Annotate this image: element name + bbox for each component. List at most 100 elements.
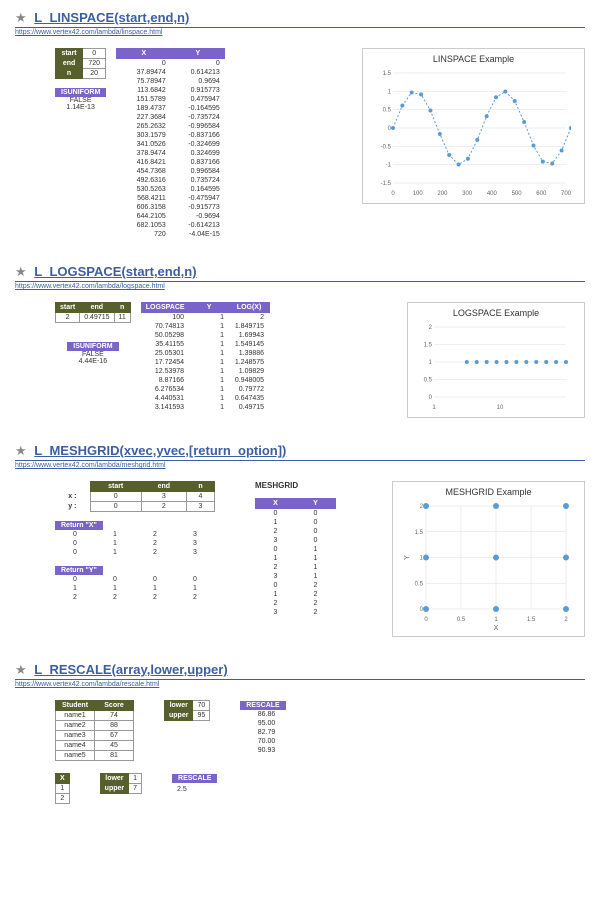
svg-text:1: 1 xyxy=(420,556,424,562)
rescale-bounds2: lower1 upper7 xyxy=(100,773,142,794)
col-header: X xyxy=(56,774,70,784)
logspace-section: ★ L_LOGSPACE(start,end,n) https://www.ve… xyxy=(15,264,585,418)
param-value: 0.49715 xyxy=(80,313,114,323)
param-value: 720 xyxy=(83,59,106,69)
rescale-output2: 2.5 xyxy=(172,783,192,794)
chart-title: MESHGRID Example xyxy=(401,487,576,497)
bullet-icon: ★ xyxy=(15,662,27,677)
svg-text:-1.5: -1.5 xyxy=(381,181,392,187)
svg-text:600: 600 xyxy=(536,191,547,197)
meshgrid-title: ★ L_MESHGRID(xvec,yvec,[return_option]) xyxy=(15,443,585,461)
isuniform-val1: FALSE xyxy=(55,97,106,104)
linspace-xy-table: XY 0037.894740.61421375.789470.9694113.6… xyxy=(116,48,225,239)
param-label: n xyxy=(114,303,130,313)
logspace-chart: LOGSPACE Example 00.511.52110 xyxy=(407,302,585,418)
param-label: upper xyxy=(100,784,128,794)
param-value: 2 xyxy=(56,313,80,323)
svg-text:-0.5: -0.5 xyxy=(381,144,392,150)
param-label: start xyxy=(90,482,141,492)
col-header: Score xyxy=(95,701,134,711)
svg-text:0: 0 xyxy=(388,126,392,132)
rescale-label: RESCALE xyxy=(240,701,285,710)
svg-text:1.5: 1.5 xyxy=(415,530,424,536)
return-x-label: Return "X" xyxy=(55,521,103,530)
linspace-heading[interactable]: L_LINSPACE(start,end,n) xyxy=(34,10,189,25)
svg-text:0: 0 xyxy=(391,191,395,197)
svg-text:100: 100 xyxy=(413,191,424,197)
svg-text:0: 0 xyxy=(424,617,428,623)
param-value: 70 xyxy=(193,701,210,711)
rescale-bounds: lower70 upper95 xyxy=(164,700,210,721)
isuniform-label: ISUNIFORM xyxy=(55,88,106,97)
bullet-icon: ★ xyxy=(15,264,27,279)
rescale-title: ★ L_RESCALE(array,lower,upper) xyxy=(15,662,585,680)
svg-text:2: 2 xyxy=(420,504,424,510)
logspace-url[interactable]: https://www.vertex42.com/lambda/logspace… xyxy=(15,283,585,290)
linspace-title: ★ L_LINSPACE(start,end,n) xyxy=(15,10,585,28)
param-label: n xyxy=(186,482,214,492)
param-label: end xyxy=(141,482,186,492)
isuniform-label: ISUNIFORM xyxy=(67,342,118,351)
svg-text:0.5: 0.5 xyxy=(415,581,424,587)
return-x-table: 012301230123 xyxy=(55,530,215,557)
svg-text:0: 0 xyxy=(420,607,424,613)
svg-text:0: 0 xyxy=(429,395,433,401)
svg-text:0.5: 0.5 xyxy=(457,617,466,623)
param-value: 20 xyxy=(83,69,106,79)
param-label: n xyxy=(56,69,83,79)
param-value: 0 xyxy=(83,49,106,59)
chart-title: LOGSPACE Example xyxy=(416,308,576,318)
bullet-icon: ★ xyxy=(15,443,27,458)
param-value: 11 xyxy=(114,313,130,323)
svg-text:0.5: 0.5 xyxy=(424,378,433,384)
svg-text:400: 400 xyxy=(487,191,498,197)
svg-text:700: 700 xyxy=(561,191,571,197)
rescale-url[interactable]: https://www.vertex42.com/lambda/rescale.… xyxy=(15,681,585,688)
svg-text:1: 1 xyxy=(494,617,498,623)
svg-text:-1: -1 xyxy=(386,163,392,169)
logspace-heading[interactable]: L_LOGSPACE(start,end,n) xyxy=(34,264,196,279)
svg-text:X: X xyxy=(494,625,499,631)
svg-text:1: 1 xyxy=(429,360,433,366)
param-label: start xyxy=(56,303,80,313)
param-label: lower xyxy=(165,701,193,711)
param-value: 7 xyxy=(129,784,142,794)
meshgrid-params: startendn x :034 y :023 xyxy=(55,481,215,512)
linspace-url[interactable]: https://www.vertex42.com/lambda/linspace… xyxy=(15,29,585,36)
svg-text:10: 10 xyxy=(497,405,504,411)
param-label: upper xyxy=(165,711,193,721)
isuniform-val1: FALSE xyxy=(55,351,131,358)
rescale-input-table: StudentScore name174name288name367name44… xyxy=(55,700,134,761)
rescale-input-table2: X 1 2 xyxy=(55,773,70,804)
meshgrid-url[interactable]: https://www.vertex42.com/lambda/meshgrid… xyxy=(15,462,585,469)
return-y-table: 000011112222 xyxy=(55,575,215,602)
col-header: Student xyxy=(56,701,95,711)
meshgrid-section: ★ L_MESHGRID(xvec,yvec,[return_option]) … xyxy=(15,443,585,637)
bullet-icon: ★ xyxy=(15,10,27,25)
meshgrid-xy-table: XY 001020300111213102122232 xyxy=(255,498,336,617)
row-label: y : xyxy=(55,502,90,512)
col-header: X xyxy=(117,49,171,59)
col-header: Y xyxy=(189,303,229,313)
meshgrid-label: MESHGRID xyxy=(255,481,336,490)
svg-text:Y: Y xyxy=(404,555,411,560)
svg-text:1.5: 1.5 xyxy=(424,343,433,349)
col-header: Y xyxy=(171,49,225,59)
chart-title: LINSPACE Example xyxy=(371,54,576,64)
meshgrid-heading[interactable]: L_MESHGRID(xvec,yvec,[return_option]) xyxy=(34,443,286,458)
col-header: LOGSPACE xyxy=(141,303,189,313)
svg-text:1.5: 1.5 xyxy=(527,617,536,623)
svg-text:200: 200 xyxy=(437,191,448,197)
svg-text:500: 500 xyxy=(512,191,523,197)
rescale-heading[interactable]: L_RESCALE(array,lower,upper) xyxy=(34,662,227,677)
rescale-output: 86.8695.0082.7970.0090.93 xyxy=(240,710,280,755)
col-header: X xyxy=(256,499,296,509)
rescale-section: ★ L_RESCALE(array,lower,upper) https://w… xyxy=(15,662,585,804)
rescale-label2: RESCALE xyxy=(172,774,217,783)
param-value: 95 xyxy=(193,711,210,721)
logspace-table: LOGSPACEYLOG(X) 1001270.7481311.84971550… xyxy=(141,302,270,412)
logspace-title: ★ L_LOGSPACE(start,end,n) xyxy=(15,264,585,282)
isuniform-val2: 4.44E-16 xyxy=(55,358,131,365)
svg-text:1: 1 xyxy=(388,89,392,95)
svg-text:1.5: 1.5 xyxy=(383,71,392,77)
